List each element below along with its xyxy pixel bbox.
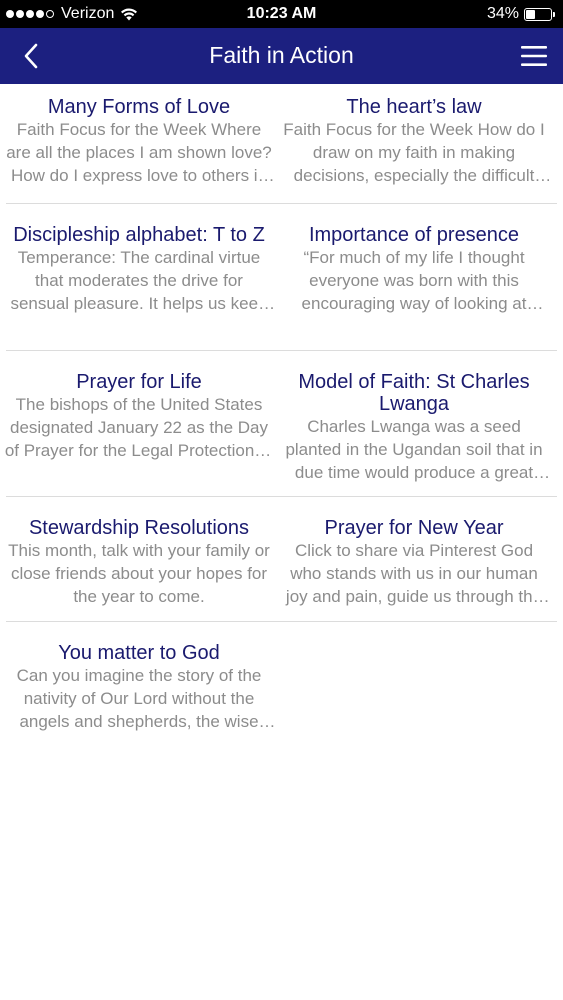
article-title: You matter to God (58, 642, 220, 664)
article-row: Discipleship alphabet: T to Z Temperance… (0, 204, 563, 351)
article-card[interactable]: Importance of presence “For much of my l… (279, 224, 549, 315)
article-card[interactable]: Discipleship alphabet: T to Z Temperance… (4, 224, 274, 315)
nav-bar: Faith in Action (0, 28, 563, 84)
battery-percentage: 34% (486, 5, 519, 22)
article-title: Model of Faith: St Charles Lwanga (298, 371, 530, 415)
article-description: Can you imagine the story of the nativit… (16, 666, 262, 731)
article-title: The heart’s law (346, 96, 482, 118)
article-row: Stewardship Resolutions This month, talk… (0, 497, 563, 622)
status-time: 10:23 AM (246, 5, 317, 22)
article-description: Charles Lwanga was a seed planted in the… (285, 417, 543, 482)
article-grid: Many Forms of Love Faith Focus for the W… (0, 84, 563, 752)
status-right: 34% (487, 5, 555, 23)
article-card[interactable]: The heart’s law Faith Focus for the Week… (279, 96, 549, 187)
article-row: You matter to God Can you imagine the st… (0, 622, 563, 752)
battery-icon (524, 7, 552, 21)
article-title: Prayer for New Year (324, 517, 504, 539)
article-title: Stewardship Resolutions (28, 517, 250, 539)
article-title: Discipleship alphabet: T to Z (13, 224, 265, 246)
article-description: Faith Focus for the Week How do I draw o… (283, 120, 545, 185)
article-row: Many Forms of Love Faith Focus for the W… (0, 84, 563, 204)
article-title: Prayer for Life (76, 371, 202, 393)
article-description: Click to share via Pinterest God who sta… (285, 541, 543, 606)
status-bar: Verizon 10:23 AM 34% (0, 0, 563, 28)
article-description: This month, talk with your family or clo… (8, 541, 270, 606)
article-description: Temperance: The cardinal virtue that mod… (10, 248, 268, 313)
article-card[interactable]: Model of Faith: St Charles Lwanga Charle… (279, 371, 549, 484)
article-description: Faith Focus for the Week Where are all t… (6, 120, 272, 185)
page-title: Faith in Action (209, 42, 354, 68)
article-card[interactable]: You matter to God Can you imagine the st… (4, 642, 274, 733)
hamburger-menu-icon[interactable] (519, 43, 549, 69)
article-card[interactable]: Many Forms of Love Faith Focus for the W… (4, 96, 274, 187)
article-description: “For much of my life I thought everyone … (301, 248, 527, 313)
article-card[interactable]: Prayer for New Year Click to share via P… (279, 517, 549, 608)
article-description: The bishops of the United States designa… (4, 395, 274, 460)
article-title: Many Forms of Love (47, 96, 231, 118)
article-row: Prayer for Life The bishops of the Unite… (0, 351, 563, 497)
article-card[interactable]: Stewardship Resolutions This month, talk… (4, 517, 274, 608)
article-title: Importance of presence (308, 224, 520, 246)
article-card[interactable]: Prayer for Life The bishops of the Unite… (4, 371, 274, 462)
